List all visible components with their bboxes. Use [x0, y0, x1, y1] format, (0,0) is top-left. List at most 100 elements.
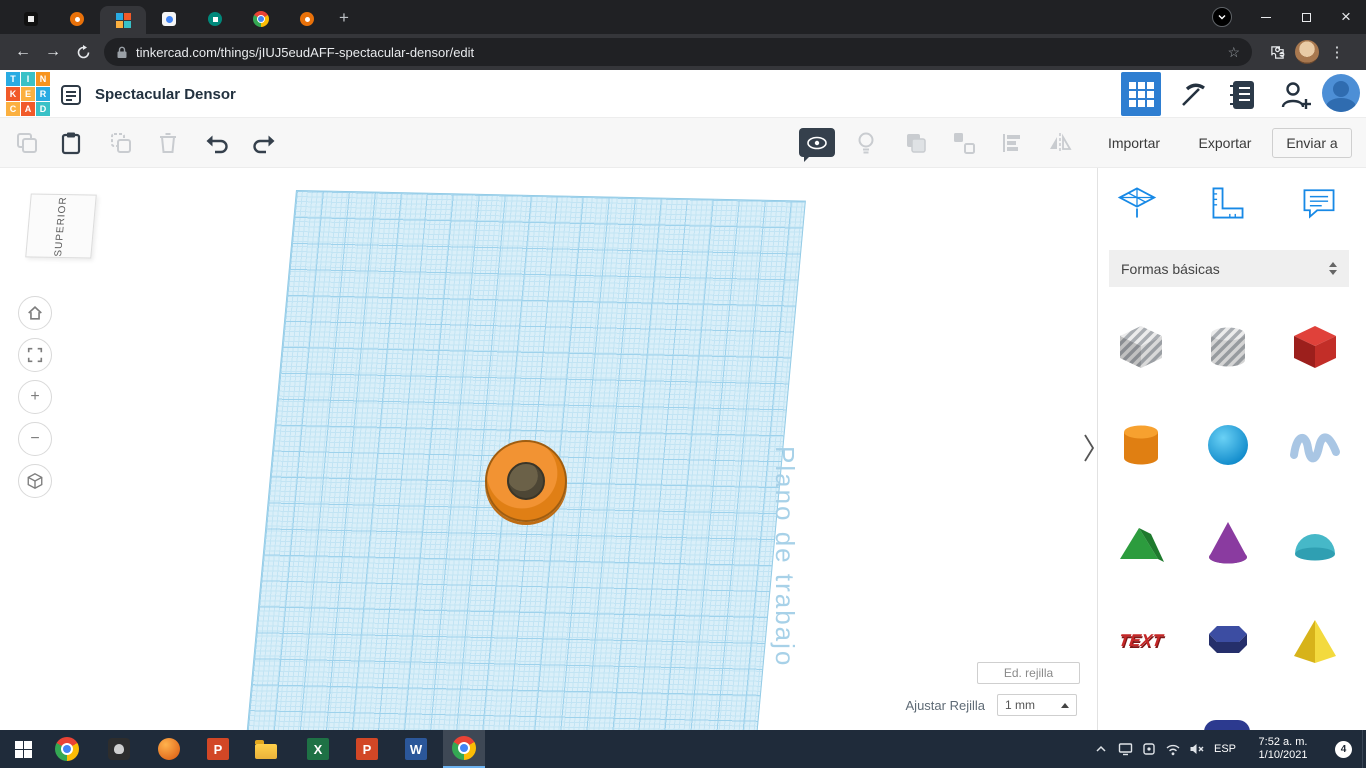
minimize-button[interactable] [1246, 0, 1286, 34]
browser-tab-tinkercad[interactable] [100, 6, 146, 34]
design-title[interactable]: Spectacular Densor [95, 70, 236, 118]
browser-profile-avatar[interactable] [1292, 37, 1322, 67]
shape-cone[interactable] [1198, 513, 1258, 573]
tray-monitor-icon[interactable] [1113, 730, 1137, 768]
bookmark-star-icon[interactable]: ☆ [1227, 44, 1240, 61]
taskbar-powerpoint-2[interactable]: P [346, 730, 388, 768]
collapse-panel-chevron[interactable] [1080, 430, 1097, 466]
workplane-tool-button[interactable] [1115, 180, 1159, 226]
new-tab-button[interactable]: + [330, 4, 358, 32]
shape-box[interactable] [1285, 317, 1345, 377]
design-canvas[interactable]: Plano de trabajo SUPERIOR + − Ed. rejill… [0, 168, 1097, 730]
taskbar-chrome-1[interactable] [46, 730, 88, 768]
start-button[interactable] [2, 730, 44, 768]
avatar-body [1326, 98, 1356, 112]
paste-icon[interactable] [58, 130, 84, 156]
notification-badge[interactable]: 4 [1335, 740, 1352, 758]
browser-tab-1[interactable] [8, 4, 54, 34]
account-avatar[interactable] [1322, 74, 1360, 112]
home-view-button[interactable] [18, 296, 52, 330]
taskbar-orange-app[interactable] [148, 730, 190, 768]
undo-icon[interactable] [204, 130, 230, 156]
taskbar-powerpoint-1[interactable]: P [197, 730, 239, 768]
logo-tile: R [36, 87, 50, 101]
volume-muted-icon[interactable] [1185, 730, 1209, 768]
shape-box-hole[interactable] [1111, 317, 1171, 377]
browser-tab-2[interactable] [54, 4, 100, 34]
snap-grid-dropdown[interactable]: 1 mm [997, 694, 1077, 716]
clock[interactable]: 7:52 a. m. 1/10/2021 [1241, 736, 1325, 762]
delete-icon[interactable] [155, 130, 181, 156]
url-bar[interactable]: tinkercad.com/things/jIUJ5eudAFF-spectac… [104, 38, 1252, 66]
media-controls-icon[interactable] [1212, 7, 1232, 27]
extensions-puzzle-icon[interactable] [1262, 37, 1292, 67]
group-icon[interactable] [903, 130, 929, 156]
show-desktop-button[interactable] [1362, 730, 1366, 768]
shape-text[interactable]: TEXT [1111, 611, 1171, 671]
workplane-view-button[interactable] [1121, 72, 1161, 116]
shape-scribble[interactable] [1285, 415, 1345, 475]
perspective-button[interactable] [18, 464, 52, 498]
excel-icon: X [307, 738, 329, 760]
view-cube[interactable]: SUPERIOR [25, 193, 97, 259]
favicon-google [253, 11, 269, 27]
export-button[interactable]: Exportar [1192, 128, 1258, 158]
mirror-icon[interactable] [1047, 130, 1073, 156]
design-menu-icon[interactable] [58, 82, 84, 108]
taskbar-file-explorer[interactable] [245, 730, 287, 768]
send-to-button[interactable]: Enviar a [1272, 128, 1352, 158]
shape-sphere[interactable] [1198, 415, 1258, 475]
chevron-up-icon[interactable] [1089, 730, 1113, 768]
edit-grid-button[interactable]: Ed. rejilla [977, 662, 1080, 684]
reload-icon[interactable] [68, 37, 98, 67]
close-button[interactable]: × [1326, 0, 1366, 34]
notebook-icon[interactable] [1227, 78, 1259, 112]
redo-icon[interactable] [251, 130, 277, 156]
browser-menu-icon[interactable]: ⋮ [1322, 37, 1352, 67]
chrome-icon [55, 737, 79, 761]
shape-pyramid[interactable] [1285, 611, 1345, 671]
align-icon[interactable] [999, 130, 1025, 156]
shape-dome[interactable] [1285, 513, 1345, 573]
ruler-tool-button[interactable] [1206, 180, 1250, 226]
taskbar-word[interactable]: W [395, 730, 437, 768]
avatar-head [1333, 81, 1349, 97]
shape-roof[interactable] [1111, 513, 1171, 573]
taskbar-excel[interactable]: X [297, 730, 339, 768]
lightbulb-icon[interactable] [853, 130, 879, 156]
import-button[interactable]: Importar [1100, 128, 1168, 158]
shape-cylinder[interactable] [1111, 415, 1171, 475]
browser-tab-6[interactable] [238, 4, 284, 34]
chrome-icon-active [452, 736, 476, 760]
shape-polygon[interactable] [1198, 611, 1258, 671]
pickaxe-icon[interactable] [1175, 80, 1209, 110]
browser-tab-4[interactable] [146, 4, 192, 34]
forward-icon[interactable]: → [38, 37, 68, 67]
shape-partial[interactable] [1204, 720, 1250, 730]
back-icon[interactable]: ← [8, 37, 38, 67]
notes-tool-button[interactable] [1297, 180, 1341, 226]
notes-visibility-button[interactable] [799, 128, 835, 162]
browser-tab-5[interactable] [192, 4, 238, 34]
windows-taskbar: P X P W ESP 7:52 a. m. 1/10/2021 4 [0, 730, 1366, 768]
copy-icon[interactable] [14, 130, 40, 156]
tray-app-icon[interactable] [1137, 730, 1161, 768]
maximize-button[interactable] [1286, 0, 1326, 34]
add-person-icon[interactable] [1278, 78, 1314, 112]
zoom-out-button[interactable]: − [18, 422, 52, 456]
shape-cylinder-hole[interactable] [1198, 317, 1258, 377]
zoom-in-button[interactable]: + [18, 380, 52, 414]
ungroup-icon[interactable] [951, 130, 977, 156]
text-shape-glyph: TEXT [1118, 631, 1165, 650]
language-indicator[interactable]: ESP [1209, 730, 1241, 768]
taskbar-chrome-active[interactable] [443, 730, 485, 768]
taskbar-dark-app[interactable] [98, 730, 140, 768]
tinkercad-logo[interactable]: T I N K E R C A D [6, 72, 50, 116]
wifi-icon[interactable] [1161, 730, 1185, 768]
fit-view-button[interactable] [18, 338, 52, 372]
shape-category-dropdown[interactable]: Formas básicas [1109, 250, 1349, 287]
shapes-panel: Formas básicas TEXT [1097, 168, 1366, 730]
torus-shape[interactable] [485, 440, 567, 522]
duplicate-icon[interactable] [108, 130, 134, 156]
browser-tab-7[interactable] [284, 4, 330, 34]
